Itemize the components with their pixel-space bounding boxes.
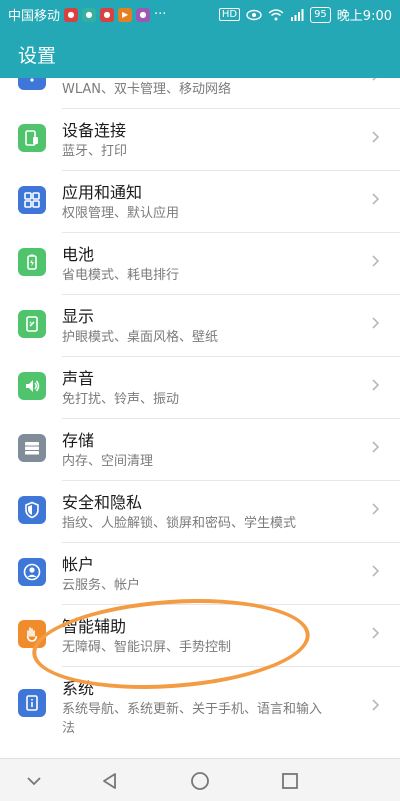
settings-item-subtitle: 权限管理、默认应用 <box>62 206 180 221</box>
carrier-label: 中国移动 <box>8 9 61 24</box>
settings-item-subtitle-continued: 法 <box>62 721 76 736</box>
home-button-icon[interactable] <box>186 767 214 795</box>
settings-item-subtitle: 护眼模式、桌面风格、壁纸 <box>62 330 219 345</box>
settings-item-title: 应用和通知 <box>62 183 143 202</box>
chevron-right-icon <box>372 317 380 329</box>
settings-item-title: 安全和隐私 <box>62 493 143 512</box>
chevron-right-icon <box>372 441 380 453</box>
settings-item-subtitle: WLAN、双卡管理、移动网络 <box>62 82 232 97</box>
notification-app-icon-2: ● <box>82 7 97 22</box>
settings-item-subtitle: 云服务、帐户 <box>62 578 141 593</box>
settings-item-subtitle: 免打扰、铃声、振动 <box>62 392 180 407</box>
recents-button-icon[interactable] <box>276 767 304 795</box>
settings-item-subtitle: 内存、空间清理 <box>62 454 154 469</box>
more-notifications-icon: ··· <box>154 7 167 22</box>
notification-app-icon-4: ▶ <box>118 7 133 22</box>
chevron-right-icon <box>372 131 380 143</box>
signal-icon <box>291 8 304 21</box>
app-bar: 设置 <box>0 28 400 78</box>
hd-label: HD <box>218 8 241 21</box>
back-button-icon[interactable] <box>96 767 124 795</box>
clock: 晚上9:00 <box>336 9 392 24</box>
chevron-right-icon <box>372 503 380 515</box>
settings-item-subtitle: 蓝牙、打印 <box>62 144 128 159</box>
wifi-settings-icon <box>18 78 46 90</box>
account-icon <box>18 558 46 586</box>
settings-item-device-connection[interactable]: 设备连接 蓝牙、打印 <box>0 109 400 171</box>
device-connect-icon <box>18 124 46 152</box>
eye-icon <box>246 9 262 20</box>
status-left: 中国移动 ● ● ● ▶ ● ··· <box>8 5 166 24</box>
settings-item-subtitle: 指纹、人脸解锁、锁屏和密码、学生模式 <box>62 516 297 531</box>
settings-item-title: 显示 <box>62 307 95 326</box>
settings-item-storage[interactable]: 存储 内存、空间清理 <box>0 419 400 481</box>
chevron-right-icon <box>372 78 377 81</box>
settings-item-apps-notifications[interactable]: 应用和通知 权限管理、默认应用 <box>0 171 400 233</box>
settings-item-subtitle: 省电模式、耗电排行 <box>62 268 180 283</box>
chevron-right-icon <box>372 627 380 639</box>
settings-item-title: 声音 <box>62 369 95 388</box>
wifi-icon <box>268 8 284 20</box>
security-icon <box>18 496 46 524</box>
page-title: 设置 <box>18 45 57 67</box>
status-bar: 中国移动 ● ● ● ▶ ● ··· HD 95 晚上9:00 <box>0 0 400 28</box>
collapse-chevron-icon[interactable] <box>20 767 48 795</box>
chevron-right-icon <box>372 379 380 391</box>
battery-indicator: 95 <box>310 6 331 23</box>
system-icon <box>18 689 46 717</box>
display-icon <box>18 310 46 338</box>
settings-item-account[interactable]: 帐户 云服务、帐户 <box>0 543 400 605</box>
settings-item-security-privacy[interactable]: 安全和隐私 指纹、人脸解锁、锁屏和密码、学生模式 <box>0 481 400 543</box>
notification-app-icon-1: ● <box>64 7 79 22</box>
settings-item-battery[interactable]: 电池 省电模式、耗电排行 <box>0 233 400 295</box>
storage-icon <box>18 434 46 462</box>
apps-icon <box>18 186 46 214</box>
status-right: HD 95 晚上9:00 <box>218 5 392 24</box>
settings-item-sound[interactable]: 声音 免打扰、铃声、振动 <box>0 357 400 419</box>
chevron-right-icon <box>372 193 380 205</box>
navigation-bar <box>0 758 400 801</box>
chevron-right-icon <box>372 255 380 267</box>
sound-icon <box>18 372 46 400</box>
battery-icon <box>18 248 46 276</box>
settings-item-display[interactable]: 显示 护眼模式、桌面风格、壁纸 <box>0 295 400 357</box>
settings-item-title: 电池 <box>62 245 95 264</box>
settings-item-title: 存储 <box>62 431 95 450</box>
notification-app-icon-5: ● <box>136 7 151 22</box>
chevron-right-icon <box>372 699 380 711</box>
notification-app-icon-3: ● <box>100 7 115 22</box>
chevron-right-icon <box>372 565 380 577</box>
settings-item-title: 帐户 <box>62 555 95 574</box>
settings-item-subtitle: 系统导航、系统更新、关于手机、语言和输入 <box>62 702 323 717</box>
settings-item-title: 设备连接 <box>62 121 127 140</box>
settings-item-network[interactable]: WLAN、双卡管理、移动网络 <box>0 78 400 109</box>
